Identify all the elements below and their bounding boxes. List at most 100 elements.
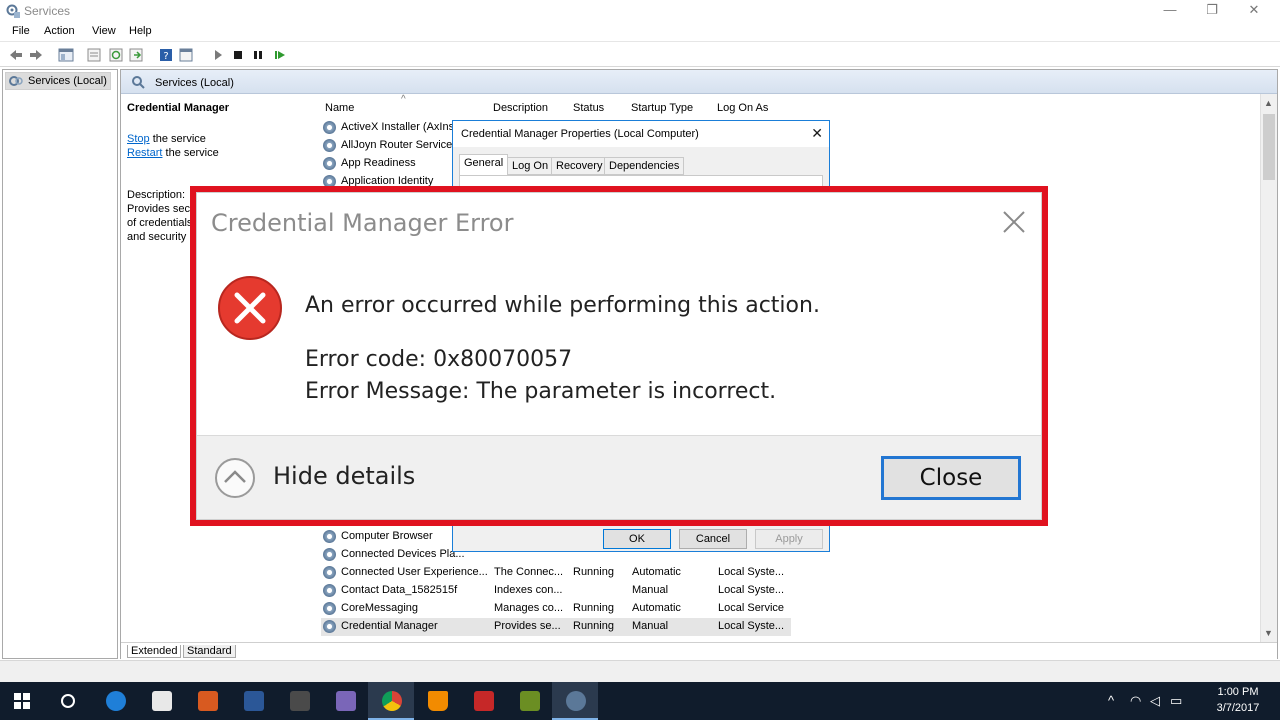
clock-date[interactable]: 3/7/2017 [1206, 702, 1270, 714]
row-name: Computer Browser [341, 530, 433, 542]
svg-text:?: ? [163, 51, 168, 62]
taskbar-edge[interactable] [92, 682, 138, 720]
forward-arrow-icon[interactable] [28, 47, 44, 63]
service-gear-icon [323, 157, 336, 170]
pause-service-icon[interactable] [250, 47, 266, 63]
restart-service-link[interactable]: Restart [127, 147, 162, 159]
taskbar-word[interactable] [230, 682, 276, 720]
service-gear-icon [323, 602, 336, 615]
show-hide-console-icon[interactable] [178, 47, 194, 63]
service-gear-icon [323, 620, 336, 633]
service-gear-icon [323, 566, 336, 579]
cancel-button[interactable]: Cancel [679, 529, 747, 549]
show-tree-icon[interactable] [58, 47, 74, 63]
vertical-scrollbar[interactable]: ▲ ▼ [1260, 94, 1277, 642]
status-bar [0, 660, 1280, 682]
properties-sheet-icon[interactable] [86, 47, 102, 63]
help-icon[interactable]: ? [158, 47, 174, 63]
taskbar-app-2[interactable] [506, 682, 552, 720]
tab-log-on[interactable]: Log On [507, 157, 554, 175]
search-gear-icon [132, 76, 145, 89]
view-tabs: Extended Standard [121, 642, 1277, 660]
error-message-main: An error occurred while performing this … [305, 293, 820, 318]
tab-standard[interactable]: Standard [183, 645, 236, 658]
system-tray: ^ ◠ ◁ ▭ 1:00 PM 3/7/2017 [1100, 682, 1280, 720]
taskbar-chrome[interactable] [368, 682, 414, 720]
sort-chevron-up-icon: ^ [401, 94, 406, 105]
column-startup-type[interactable]: Startup Type [631, 102, 693, 114]
row-name: Connected Devices Pla... [341, 548, 465, 560]
row-log-on-as: Local Service [718, 602, 785, 614]
taskbar: ^ ◠ ◁ ▭ 1:00 PM 3/7/2017 [0, 682, 1280, 720]
taskbar-app[interactable] [322, 682, 368, 720]
restart-service-text: the service [162, 147, 219, 159]
close-icon[interactable] [999, 207, 1029, 237]
show-hidden-icons-chevron-icon[interactable]: ^ [1108, 693, 1114, 708]
column-description[interactable]: Description [493, 102, 548, 114]
window-title-bar: Services — ❐ ✕ [0, 0, 1280, 22]
taskbar-office[interactable] [184, 682, 230, 720]
table-row[interactable]: Connected User Experience... The Connec.… [321, 564, 791, 582]
tab-dependencies[interactable]: Dependencies [604, 157, 685, 175]
taskbar-services[interactable] [552, 682, 598, 720]
ok-button[interactable]: OK [603, 529, 671, 549]
tree-node-services-local[interactable]: Services (Local) [5, 72, 111, 90]
hide-details-toggle[interactable] [215, 458, 255, 498]
tree-node-label: Services (Local) [28, 75, 107, 87]
window-close-button[interactable]: ✕ [1234, 0, 1274, 22]
close-button[interactable]: Close [881, 456, 1021, 500]
clock-time[interactable]: 1:00 PM [1206, 686, 1270, 698]
cortana-button[interactable] [46, 682, 92, 720]
battery-icon[interactable]: ▭ [1170, 693, 1182, 709]
column-log-on-as[interactable]: Log On As [717, 102, 768, 114]
menu-file[interactable]: File [12, 25, 30, 37]
table-row[interactable]: CoreMessaging Manages co... Running Auto… [321, 600, 791, 618]
minimize-button[interactable]: — [1150, 0, 1190, 22]
refresh-icon[interactable] [108, 47, 124, 63]
taskbar-recorder[interactable] [460, 682, 506, 720]
scroll-up-icon[interactable]: ▲ [1264, 98, 1273, 108]
scroll-down-icon[interactable]: ▼ [1264, 628, 1273, 638]
row-startup-type: Automatic [632, 566, 681, 578]
row-description: Provides se... [494, 620, 561, 632]
selected-service-name: Credential Manager [127, 102, 230, 114]
error-dialog-footer: Hide details Close [197, 435, 1041, 519]
menu-view[interactable]: View [92, 25, 116, 37]
tab-general[interactable]: General [459, 154, 509, 175]
menu-action[interactable]: Action [44, 25, 75, 37]
hide-details-label[interactable]: Hide details [273, 462, 415, 490]
taskbar-vlc[interactable] [414, 682, 460, 720]
row-status: Running [573, 566, 614, 578]
stop-service-link[interactable]: Stop [127, 133, 150, 145]
tab-extended[interactable]: Extended [127, 645, 182, 658]
row-startup-type: Manual [632, 584, 669, 596]
column-status[interactable]: Status [573, 102, 604, 114]
service-gear-icon [323, 121, 336, 134]
row-log-on-as: Local Syste... [718, 584, 785, 596]
table-row-selected[interactable]: Credential Manager Provides se... Runnin… [321, 618, 791, 636]
stop-service-icon[interactable] [230, 47, 246, 63]
description-line-1: Provides secu [127, 203, 197, 215]
vlc-cone-icon [428, 691, 448, 711]
start-button[interactable] [0, 682, 46, 720]
wifi-icon[interactable]: ◠ [1130, 693, 1141, 709]
row-description: Indexes con... [494, 584, 563, 596]
menu-help[interactable]: Help [129, 25, 152, 37]
tab-recovery[interactable]: Recovery [551, 157, 608, 175]
restore-button[interactable]: ❐ [1192, 0, 1232, 22]
volume-icon[interactable]: ◁ [1150, 693, 1160, 709]
apply-button[interactable]: Apply [755, 529, 823, 549]
app-icon [336, 691, 356, 711]
error-dialog-title: Credential Manager Error [211, 209, 514, 237]
column-name[interactable]: Name [325, 102, 354, 114]
restart-service-icon[interactable] [272, 47, 288, 63]
row-startup-type: Manual [632, 620, 669, 632]
export-list-icon[interactable] [128, 47, 144, 63]
table-row[interactable]: Contact Data_1582515f Indexes con... Man… [321, 582, 791, 600]
taskbar-video-editor[interactable] [276, 682, 322, 720]
back-arrow-icon[interactable] [8, 47, 24, 63]
start-service-icon[interactable] [210, 47, 226, 63]
close-icon[interactable]: ✕ [811, 125, 823, 142]
taskbar-store[interactable] [138, 682, 184, 720]
scrollbar-thumb[interactable] [1263, 114, 1275, 180]
